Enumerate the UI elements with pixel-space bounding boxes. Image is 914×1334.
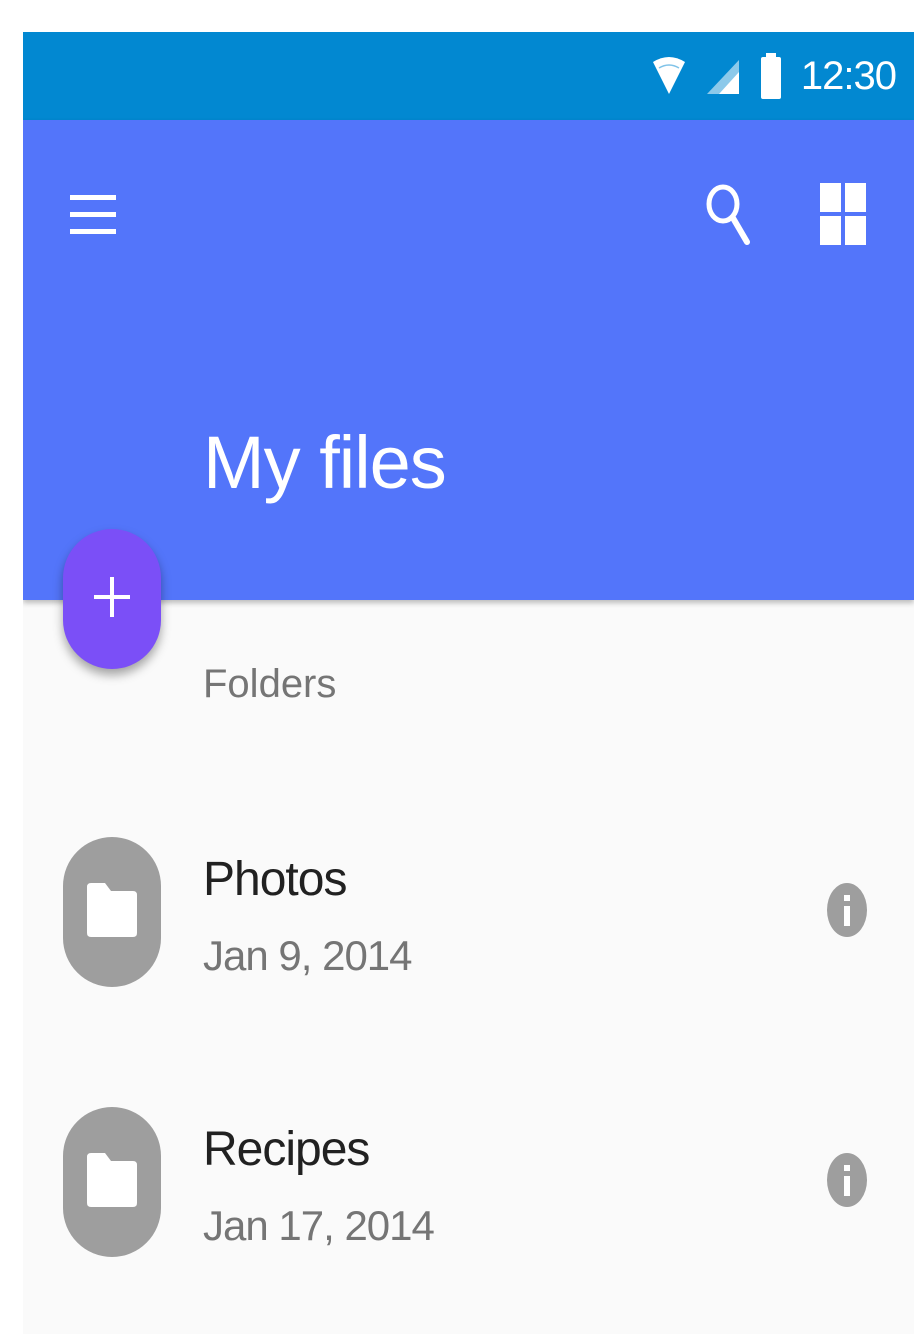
item-date: Jan 17, 2014 (203, 1202, 435, 1249)
add-button[interactable] (63, 529, 161, 669)
folder-icon (85, 881, 139, 944)
grid-view-button[interactable] (803, 176, 883, 256)
list-item[interactable]: Photos Jan 9, 2014 (23, 832, 914, 992)
wifi-icon (651, 56, 687, 96)
menu-icon (70, 189, 116, 244)
grid-view-icon (820, 182, 866, 250)
battery-icon (759, 53, 783, 99)
app-bar: My files (23, 120, 914, 600)
item-name: Photos (203, 853, 347, 906)
folder-icon (85, 1151, 139, 1214)
info-icon (826, 882, 868, 943)
folder-avatar (63, 837, 161, 987)
info-icon (826, 1152, 868, 1213)
info-button[interactable] (823, 882, 871, 942)
phone-screen: 12:30 My files Folders Photos Jan 9, 201… (23, 32, 914, 1334)
status-icons: 12:30 (651, 32, 897, 120)
search-icon (703, 182, 751, 251)
section-header-folders: Folders (203, 662, 337, 706)
page-title: My files (203, 421, 447, 504)
item-name: Recipes (203, 1123, 370, 1176)
search-button[interactable] (687, 176, 767, 256)
plus-icon (92, 575, 132, 624)
item-date: Jan 9, 2014 (203, 932, 413, 979)
cellular-signal-icon (705, 56, 741, 96)
folder-avatar (63, 1107, 161, 1257)
status-time: 12:30 (800, 53, 897, 98)
menu-button[interactable] (53, 176, 133, 256)
list-item[interactable]: Recipes Jan 17, 2014 (23, 1102, 914, 1262)
status-bar: 12:30 (23, 32, 914, 120)
info-button[interactable] (823, 1152, 871, 1212)
